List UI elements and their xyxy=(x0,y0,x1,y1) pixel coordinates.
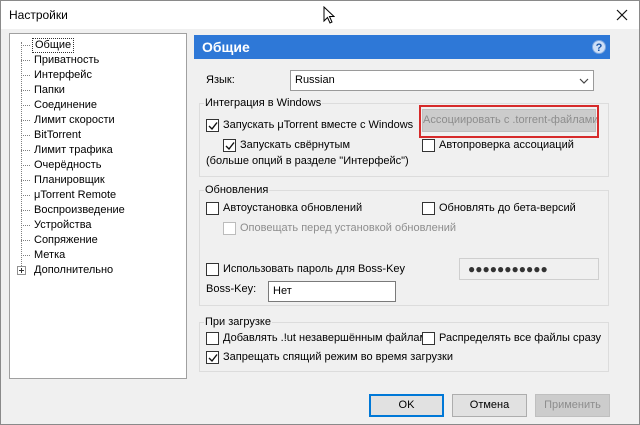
prevent-standby-label: Запрещать спящий режим во время загрузки xyxy=(223,351,453,363)
panel-header: Общие ? xyxy=(194,35,610,59)
password-mask: ●●●●●●●●●●● xyxy=(468,262,548,276)
sidebar-item-label: Планировщик xyxy=(34,174,105,186)
cancel-button[interactable]: Отмена xyxy=(452,394,527,417)
sidebar-item-label: Лимит скорости xyxy=(34,114,115,126)
boss-key-password-checkbox[interactable] xyxy=(206,263,219,276)
mouse-cursor-icon xyxy=(323,5,336,27)
auto-check-associations-checkbox[interactable] xyxy=(422,139,435,152)
windows-integration-title: Интеграция в Windows xyxy=(204,97,323,109)
update-beta-label: Обновлять до бета-версий xyxy=(439,202,576,214)
auto-install-checkbox[interactable] xyxy=(206,202,219,215)
language-select-value: Russian xyxy=(295,74,335,86)
expand-plus-icon[interactable] xyxy=(17,266,26,275)
update-beta-checkbox[interactable] xyxy=(422,202,435,215)
sidebar-item-label: Метка xyxy=(34,249,66,261)
add-ut-extension-label: Добавлять .!ut незавершённым файлам xyxy=(223,332,428,344)
start-minimized-checkbox[interactable] xyxy=(223,139,236,152)
preallocate-files-checkbox[interactable] xyxy=(422,332,435,345)
start-with-windows-checkbox[interactable] xyxy=(206,119,219,132)
sidebar-item-label: Соединение xyxy=(34,99,98,111)
language-label: Язык: xyxy=(206,74,235,86)
boss-key-label: Boss-Key: xyxy=(206,283,257,295)
sidebar-item-label: Интерфейс xyxy=(34,69,92,81)
notify-before-install-label: Оповещать перед установкой обновлений xyxy=(240,222,457,234)
checkmark-icon xyxy=(225,142,235,151)
auto-install-label: Автоустановка обновлений xyxy=(223,202,363,214)
add-ut-extension-checkbox[interactable] xyxy=(206,332,219,345)
title-bar: Настройки xyxy=(1,1,639,29)
sidebar-item-label: Лимит трафика xyxy=(34,144,113,156)
sidebar-item-label: Устройства xyxy=(34,219,92,231)
close-icon xyxy=(616,9,628,21)
updates-title: Обновления xyxy=(204,184,270,196)
settings-tree: Общие Приватность Интерфейс Папки Соедин… xyxy=(9,33,187,379)
start-with-windows-label: Запускать μTorrent вместе с Windows xyxy=(223,119,414,131)
boss-key-password-field[interactable]: ●●●●●●●●●●● xyxy=(459,258,599,280)
start-minimized-label: Запускать свёрнутым xyxy=(240,139,351,151)
ok-button[interactable]: OK xyxy=(369,394,444,417)
sidebar-item-label: Очерёдность xyxy=(34,159,102,171)
sidebar-item-label: BitTorrent xyxy=(34,129,82,141)
on-download-group xyxy=(199,322,609,372)
sidebar-item-label: μTorrent Remote xyxy=(34,189,117,201)
close-button[interactable] xyxy=(611,5,633,25)
apply-button[interactable]: Применить xyxy=(535,394,610,417)
panel-title: Общие xyxy=(202,39,250,55)
boss-key-input[interactable]: Нет xyxy=(268,281,396,302)
chevron-down-icon xyxy=(579,78,589,84)
checkmark-icon xyxy=(208,354,218,363)
more-options-note: (больше опций в разделе "Интерфейс") xyxy=(206,155,409,167)
window-title: Настройки xyxy=(9,8,68,22)
boss-key-password-label: Использовать пароль для Boss-Key xyxy=(223,263,406,275)
help-icon[interactable]: ? xyxy=(592,40,606,54)
sidebar-item-label: Приватность xyxy=(34,54,100,66)
sidebar-item-label: Общие xyxy=(32,38,75,53)
highlight-frame xyxy=(419,105,599,138)
language-select[interactable]: Russian xyxy=(290,70,594,91)
sidebar-item-label: Воспроизведение xyxy=(34,204,125,216)
sidebar-item-label: Папки xyxy=(34,84,65,96)
on-download-title: При загрузке xyxy=(204,316,272,328)
sidebar-item-label: Сопряжение xyxy=(34,234,98,246)
notify-before-install-checkbox[interactable] xyxy=(223,222,236,235)
boss-key-value: Нет xyxy=(273,285,292,297)
checkmark-icon xyxy=(208,122,218,131)
prevent-standby-checkbox[interactable] xyxy=(206,351,219,364)
sidebar-item-label: Дополнительно xyxy=(34,264,114,276)
preallocate-files-label: Распределять все файлы сразу xyxy=(439,332,602,344)
auto-check-associations-label: Автопроверка ассоциаций xyxy=(439,139,574,151)
settings-window: Настройки Общие Приватность Интерфейс Па… xyxy=(0,0,640,425)
